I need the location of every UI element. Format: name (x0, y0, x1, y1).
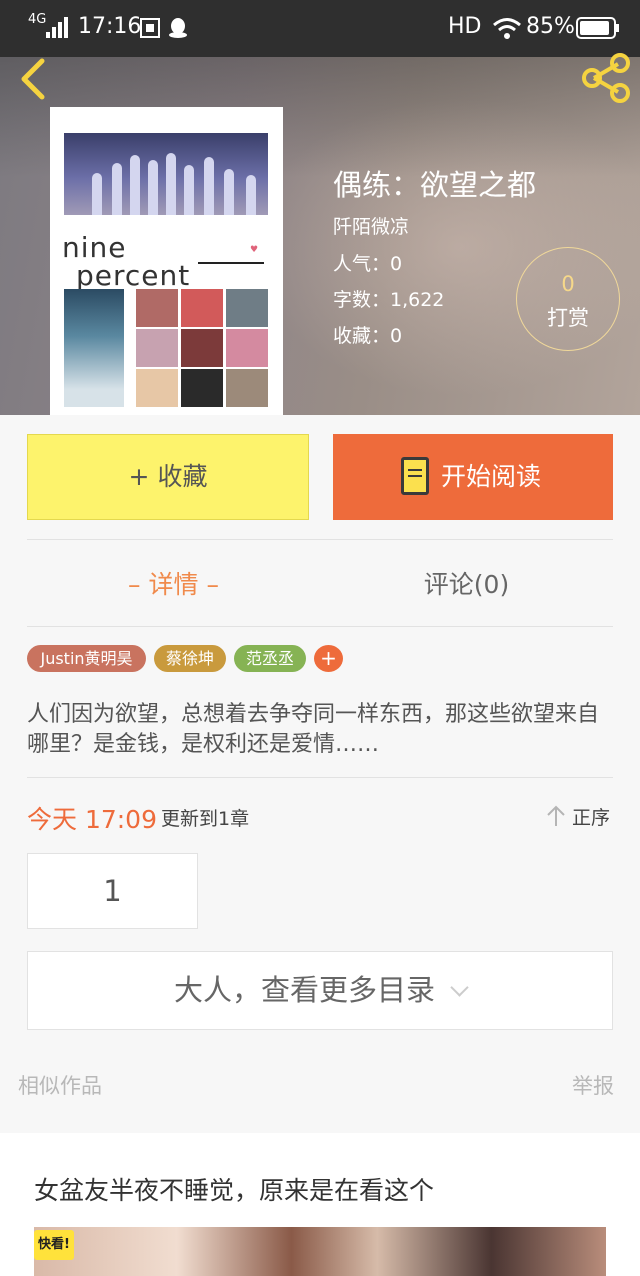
hd-indicator: HD (448, 14, 482, 39)
add-favorite-button[interactable]: + 收藏 (27, 434, 309, 520)
tag-chip[interactable]: 蔡徐坤 (154, 645, 226, 672)
book-cover[interactable]: nine percent ♥ (50, 107, 283, 415)
update-status: 更新到1章 (161, 808, 250, 830)
chevron-down-icon (450, 978, 469, 997)
reward-button[interactable]: 0 打赏 (516, 247, 620, 351)
cover-photo-group (64, 133, 268, 215)
tag-chip[interactable]: 范丞丞 (234, 645, 306, 672)
book-author[interactable]: 阡陌微凉 (333, 212, 409, 239)
sort-order-label: 正序 (572, 807, 611, 829)
clock: 17:16 (78, 14, 142, 39)
divider (27, 539, 613, 540)
tab-detail[interactable]: – 详情 – (27, 555, 320, 615)
cover-text-line2: percent (76, 259, 191, 292)
ad-title[interactable]: 女盆友半夜不睡觉，原来是在看这个 (34, 1171, 434, 1207)
reward-label: 打赏 (547, 306, 589, 330)
start-reading-button[interactable]: 开始阅读 (333, 434, 613, 520)
similar-works-label: 相似作品 (18, 1074, 102, 1098)
more-toc-button[interactable]: 大人，查看更多目录 (27, 951, 613, 1030)
divider (27, 777, 613, 778)
battery-icon (576, 17, 619, 39)
start-reading-label: 开始阅读 (441, 462, 542, 491)
wifi-icon (493, 18, 521, 39)
divider (27, 626, 613, 627)
more-toc-label: 大人，查看更多目录 (173, 973, 435, 1007)
book-popularity: 人气：0 (333, 253, 403, 275)
book-title: 偶练：欲望之都 (333, 168, 537, 202)
reward-count: 0 (561, 272, 575, 296)
notification-icon (140, 18, 160, 38)
status-bar: 4G 17:16 HD 85% (0, 0, 640, 57)
tag-chip[interactable]: Justin黄明昊 (27, 645, 146, 672)
book-description: 人们因为欲望，总想着去争夺同一样东西，那这些欲望来自哪里？是金钱，是权利还是爱情… (27, 702, 600, 757)
back-icon[interactable] (14, 57, 54, 101)
share-icon[interactable] (578, 52, 634, 104)
book-word-count: 字数：1,622 (333, 289, 445, 311)
heart-icon: ♥ (250, 245, 259, 255)
battery-percent: 85% (526, 14, 575, 39)
arrow-up-icon (547, 805, 565, 826)
sort-order-toggle[interactable]: 正序 (542, 802, 617, 830)
signal-icon (46, 16, 68, 38)
ad-image[interactable] (34, 1227, 606, 1276)
add-tag-button[interactable]: + (314, 645, 343, 672)
chapter-item[interactable]: 1 (27, 853, 198, 929)
network-type: 4G (28, 12, 47, 27)
update-date: 今天 17:09 (27, 805, 157, 834)
cover-photo-left (64, 289, 124, 407)
qq-icon (169, 18, 187, 38)
report-link[interactable]: 举报 (572, 1070, 614, 1100)
book-favorites: 收藏：0 (333, 325, 403, 347)
book-icon (401, 457, 429, 495)
ad-logo: 快看! (34, 1230, 74, 1260)
tab-comments[interactable]: 评论(0) (320, 555, 613, 615)
cover-photo-grid (136, 289, 268, 407)
